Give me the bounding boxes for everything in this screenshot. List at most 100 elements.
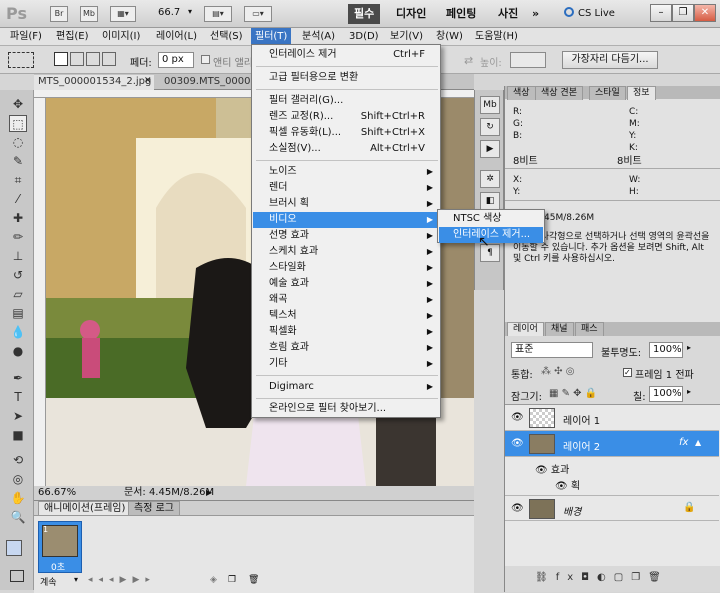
clone-stamp-tool-icon[interactable]: ⊥ — [9, 248, 27, 265]
tween-icon[interactable]: ◈ — [210, 575, 217, 585]
quick-mask-icon[interactable] — [10, 570, 24, 582]
tab-measurement-log[interactable]: 측정 로그 — [128, 501, 180, 515]
minibridge-panel-icon[interactable]: Mb — [480, 96, 500, 114]
menu-item-lens-correction[interactable]: 렌즈 교정(R)... Shift+Ctrl+R — [253, 109, 439, 125]
lasso-tool-icon[interactable]: ◌ — [9, 134, 27, 151]
menu-item-brush-strokes[interactable]: 브러시 획 ▶ — [253, 196, 439, 212]
workspace-essentials[interactable]: 필수 — [348, 4, 381, 24]
menu-item-other[interactable]: 기타 ▶ — [253, 356, 439, 372]
tab-color[interactable]: 색상 — [507, 86, 536, 100]
status-arrow-icon[interactable]: ▶ — [206, 486, 212, 500]
stroke-eye-icon[interactable]: 👁 — [555, 481, 571, 492]
tab-layers[interactable]: 레이어 — [507, 322, 544, 336]
visibility-eye-icon[interactable]: 👁 — [511, 412, 524, 423]
workspace-design[interactable]: 디자인 — [390, 4, 432, 24]
close-button[interactable]: ✕ — [694, 4, 716, 22]
menu-item-sharpen[interactable]: 선명 효과 ▶ — [253, 228, 439, 244]
adjustments-panel-icon[interactable]: ✲ — [480, 170, 500, 188]
menu-item-render[interactable]: 렌더 ▶ — [253, 180, 439, 196]
restore-button[interactable]: ❐ — [672, 4, 694, 22]
frame-delay[interactable]: 0초 — [51, 560, 65, 573]
submenu-item-deinterlace[interactable]: 인터레이스 제거... — [439, 227, 543, 243]
document-tab-inactive[interactable]: 00309.MTS_00000 — [160, 75, 260, 90]
history-brush-tool-icon[interactable]: ↺ — [9, 267, 27, 284]
fx-icon[interactable]: fx — [679, 437, 688, 448]
cs-live-button[interactable]: CS Live — [578, 8, 615, 19]
menu-edit[interactable]: 편집(E) — [52, 28, 93, 46]
menu-item-stylize[interactable]: 스타일화 ▶ — [253, 260, 439, 276]
menu-item-convert-smart-filters[interactable]: 고급 필터용으로 변환 — [253, 70, 439, 86]
status-zoom[interactable]: 66.67% — [38, 486, 76, 500]
document-tab-active[interactable]: MTS_000001534_2.jpg — [34, 75, 154, 90]
zoom-tool-icon[interactable]: 🔍 — [9, 509, 27, 526]
feather-input[interactable]: 0 px — [158, 52, 194, 68]
eyedropper-tool-icon[interactable]: ⁄ — [9, 191, 27, 208]
fill-input[interactable]: 100% — [649, 386, 683, 402]
zoom-dropdown-arrow[interactable]: ▾ — [188, 7, 192, 16]
effects-row[interactable]: 👁 효과 — [535, 461, 569, 476]
menu-item-liquify[interactable]: 픽셀 유동화(L)... Shift+Ctrl+X — [253, 125, 439, 141]
menu-item-sketch[interactable]: 스케치 효과 ▶ — [253, 244, 439, 260]
menu-help[interactable]: 도움말(H) — [471, 28, 522, 46]
marquee-preset-picker[interactable] — [8, 52, 34, 68]
shape-tool-icon[interactable]: ■ — [9, 427, 27, 444]
new-frame-icon[interactable]: ❐ — [228, 575, 236, 585]
type-tool-icon[interactable]: T — [9, 389, 27, 406]
workspace-photography[interactable]: 사진 — [492, 4, 524, 24]
stroke-effect-row[interactable]: 👁 획 — [555, 477, 580, 492]
layers-footer-icons[interactable]: ⛓fx◘◐▢❐🗑 — [535, 572, 669, 583]
menu-item-vanishing-point[interactable]: 소실점(V)... Alt+Ctrl+V — [253, 141, 439, 157]
menu-select[interactable]: 선택(S) — [206, 28, 247, 46]
move-tool-icon[interactable]: ✥ — [9, 96, 27, 113]
tab-paths[interactable]: 패스 — [575, 322, 604, 336]
submenu-item-ntsc-colors[interactable]: NTSC 색상 — [439, 211, 543, 227]
zoom-level-dropdown[interactable]: 66.7 — [158, 7, 180, 18]
masks-panel-icon[interactable]: ◧ — [480, 192, 500, 210]
history-panel-icon[interactable]: ↻ — [480, 118, 500, 136]
tab-styles[interactable]: 스타일 — [589, 86, 626, 100]
dodge-tool-icon[interactable]: ● — [9, 343, 27, 360]
propagate-checkbox[interactable]: ✓ — [623, 368, 632, 377]
3d-rotate-tool-icon[interactable]: ⟲ — [9, 452, 27, 469]
more-workspaces-button[interactable]: » — [526, 4, 545, 24]
menu-item-deinterlace-last[interactable]: 인터레이스 제거 Ctrl+F — [253, 47, 439, 63]
blur-tool-icon[interactable]: 💧 — [9, 324, 27, 341]
screen-mode-button[interactable]: ▭▾ — [244, 6, 272, 22]
menu-file[interactable]: 파일(F) — [6, 28, 46, 46]
tab-info[interactable]: 정보 — [627, 86, 656, 100]
marquee-tool-icon[interactable]: ⬚ — [9, 115, 27, 132]
fx-expand-icon[interactable]: ▲ — [695, 438, 701, 447]
menu-item-browse-filters-online[interactable]: 온라인으로 필터 찾아보기... — [253, 401, 439, 417]
layer-name[interactable]: 배경 — [563, 503, 581, 518]
3d-orbit-tool-icon[interactable]: ◎ — [9, 471, 27, 488]
tab-swatches[interactable]: 색상 견본 — [535, 86, 583, 100]
pen-tool-icon[interactable]: ✒ — [9, 370, 27, 387]
lock-icons[interactable]: ▦ ✎ ✥ 🔒 — [549, 388, 597, 399]
layer-row[interactable]: 👁 레이어 1 — [505, 405, 719, 431]
menu-item-texture[interactable]: 텍스처 ▶ — [253, 308, 439, 324]
blend-mode-dropdown[interactable]: 표준 — [511, 342, 593, 358]
layer-name[interactable]: 레이어 1 — [563, 412, 600, 427]
foreground-color-swatch[interactable] — [6, 540, 22, 556]
new-selection-icon[interactable] — [54, 52, 68, 66]
tab-channels[interactable]: 채널 — [545, 322, 574, 336]
menu-item-video[interactable]: 비디오 ▶ — [253, 212, 439, 228]
minimize-button[interactable]: – — [650, 4, 672, 22]
menu-item-distort[interactable]: 왜곡 ▶ — [253, 292, 439, 308]
view-extras-button[interactable]: ▦▾ — [110, 6, 136, 22]
layer-row[interactable]: 👁 배경 🔒 — [505, 495, 719, 521]
loop-dropdown[interactable]: 계속 — [40, 575, 57, 588]
unify-icons[interactable]: ⁂ ✣ ◎ — [541, 366, 574, 377]
subtract-selection-icon[interactable] — [86, 52, 100, 66]
fill-slider-arrow[interactable]: ▸ — [687, 387, 691, 396]
loop-arrow-icon[interactable]: ▾ — [74, 575, 78, 584]
menu-image[interactable]: 이미지(I) — [98, 28, 144, 46]
refine-edge-button[interactable]: 가장자리 다듬기... — [562, 51, 658, 69]
playback-controls[interactable]: ◂◂◂▶▶▸ — [88, 575, 156, 585]
visibility-eye-icon[interactable]: 👁 — [511, 438, 524, 449]
healing-brush-tool-icon[interactable]: ✚ — [9, 210, 27, 227]
layer-name[interactable]: 레이어 2 — [563, 438, 600, 453]
opacity-input[interactable]: 100% — [649, 342, 683, 358]
add-selection-icon[interactable] — [70, 52, 84, 66]
swap-dimensions-icon[interactable]: ⇄ — [464, 54, 473, 67]
